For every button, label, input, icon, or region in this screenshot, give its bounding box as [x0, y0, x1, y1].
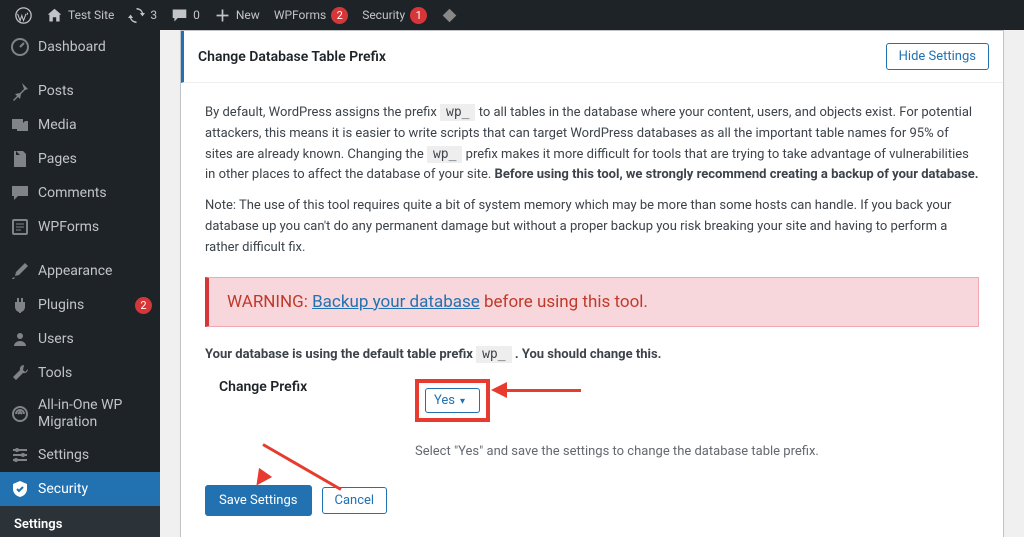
sidebar-item-label: Security: [38, 481, 152, 497]
wpforms-badge: 2: [331, 7, 348, 24]
sidebar-item-label: Plugins: [38, 297, 127, 313]
hide-settings-button[interactable]: Hide Settings: [886, 43, 989, 70]
comments-count: 0: [193, 8, 200, 22]
change-prefix-label: Change Prefix: [205, 379, 395, 395]
wrench-icon: [10, 363, 30, 383]
sidebar-item-label: Dashboard: [38, 39, 152, 55]
security-link[interactable]: Security 1: [355, 0, 434, 30]
sidebar-item-label: Media: [38, 117, 152, 133]
warning-banner: WARNING: Backup your database before usi…: [205, 277, 979, 327]
form-icon: [10, 217, 30, 237]
plugins-badge: 2: [135, 297, 152, 314]
status-line: Your database is using the default table…: [205, 345, 979, 366]
brush-icon: [10, 261, 30, 281]
change-prefix-row: Change Prefix Yes ▾ Select "Yes" and sav…: [205, 379, 979, 459]
plus-icon: [214, 7, 231, 24]
wp-logo[interactable]: [8, 0, 39, 30]
sidebar-item-posts[interactable]: Posts: [0, 74, 160, 108]
sidebar-item-label: Tools: [38, 365, 152, 381]
change-prefix-select[interactable]: Yes: [425, 388, 480, 413]
sidebar-item-media[interactable]: Media: [0, 108, 160, 142]
sidebar-item-tools[interactable]: Tools: [0, 356, 160, 390]
updates-count: 3: [150, 8, 157, 22]
select-highlight-box: Yes ▾: [415, 379, 490, 422]
helper-text: Select "Yes" and save the settings to ch…: [415, 444, 979, 459]
new-label: New: [236, 8, 260, 22]
sidebar-item-comments[interactable]: Comments: [0, 176, 160, 210]
sidebar-item-label: Pages: [38, 151, 152, 167]
users-icon: [10, 329, 30, 349]
dashboard-icon: [10, 37, 30, 57]
sidebar-item-pages[interactable]: Pages: [0, 142, 160, 176]
refresh-icon: [128, 7, 145, 24]
sidebar-item-plugins[interactable]: Plugins 2: [0, 288, 160, 322]
page-icon: [10, 149, 30, 169]
new-content-link[interactable]: New: [207, 0, 267, 30]
security-badge: 1: [410, 7, 427, 24]
save-settings-button[interactable]: Save Settings: [205, 485, 312, 516]
plugin-icon: [10, 295, 30, 315]
sidebar-item-appearance[interactable]: Appearance: [0, 254, 160, 288]
sidebar-item-users[interactable]: Users: [0, 322, 160, 356]
backup-link[interactable]: Backup your database: [312, 292, 480, 312]
home-icon: [46, 7, 63, 24]
security-label: Security: [362, 8, 405, 22]
sliders-icon: [10, 445, 30, 465]
extra-menu[interactable]: [434, 0, 465, 30]
sidebar-item-label: All-in-One WP Migration: [38, 397, 152, 431]
comments-icon: [10, 183, 30, 203]
site-home-link[interactable]: Test Site: [39, 0, 121, 30]
pin-icon: [10, 81, 30, 101]
comments-link[interactable]: 0: [164, 0, 207, 30]
annotation-arrow-icon: [491, 385, 581, 395]
sidebar-item-label: WPForms: [38, 219, 152, 235]
sidebar-item-label: Posts: [38, 83, 152, 99]
panel-title: Change Database Table Prefix: [198, 49, 386, 65]
security-submenu: Settings Security Check: [0, 506, 160, 537]
site-name: Test Site: [68, 8, 114, 22]
description-paragraph-1: By default, WordPress assigns the prefix…: [205, 103, 979, 186]
actions-row: Save Settings Cancel: [205, 485, 979, 516]
description-paragraph-2: Note: The use of this tool requires quit…: [205, 196, 979, 258]
comment-icon: [171, 7, 188, 24]
diamond-icon: [441, 7, 458, 24]
db-prefix-panel: Change Database Table Prefix Hide Settin…: [180, 30, 1004, 537]
wpforms-label: WPForms: [274, 8, 326, 22]
wordpress-icon: [15, 7, 32, 24]
migration-icon: [10, 404, 30, 424]
cancel-button[interactable]: Cancel: [322, 487, 388, 514]
updates-link[interactable]: 3: [121, 0, 164, 30]
panel-header: Change Database Table Prefix Hide Settin…: [181, 31, 1003, 83]
sidebar-item-dashboard[interactable]: Dashboard: [0, 30, 160, 64]
sidebar-item-label: Comments: [38, 185, 152, 201]
submenu-settings[interactable]: Settings: [0, 512, 160, 537]
sidebar-item-migration[interactable]: All-in-One WP Migration: [0, 390, 160, 438]
sidebar-item-label: Appearance: [38, 263, 152, 279]
media-icon: [10, 115, 30, 135]
shield-icon: [10, 479, 30, 499]
sidebar-item-wpforms[interactable]: WPForms: [0, 210, 160, 244]
sidebar-item-label: Users: [38, 331, 152, 347]
sidebar-item-settings[interactable]: Settings: [0, 438, 160, 472]
wpforms-link[interactable]: WPForms 2: [267, 0, 355, 30]
sidebar-item-label: Settings: [38, 447, 152, 463]
sidebar-item-security[interactable]: Security: [0, 472, 160, 506]
